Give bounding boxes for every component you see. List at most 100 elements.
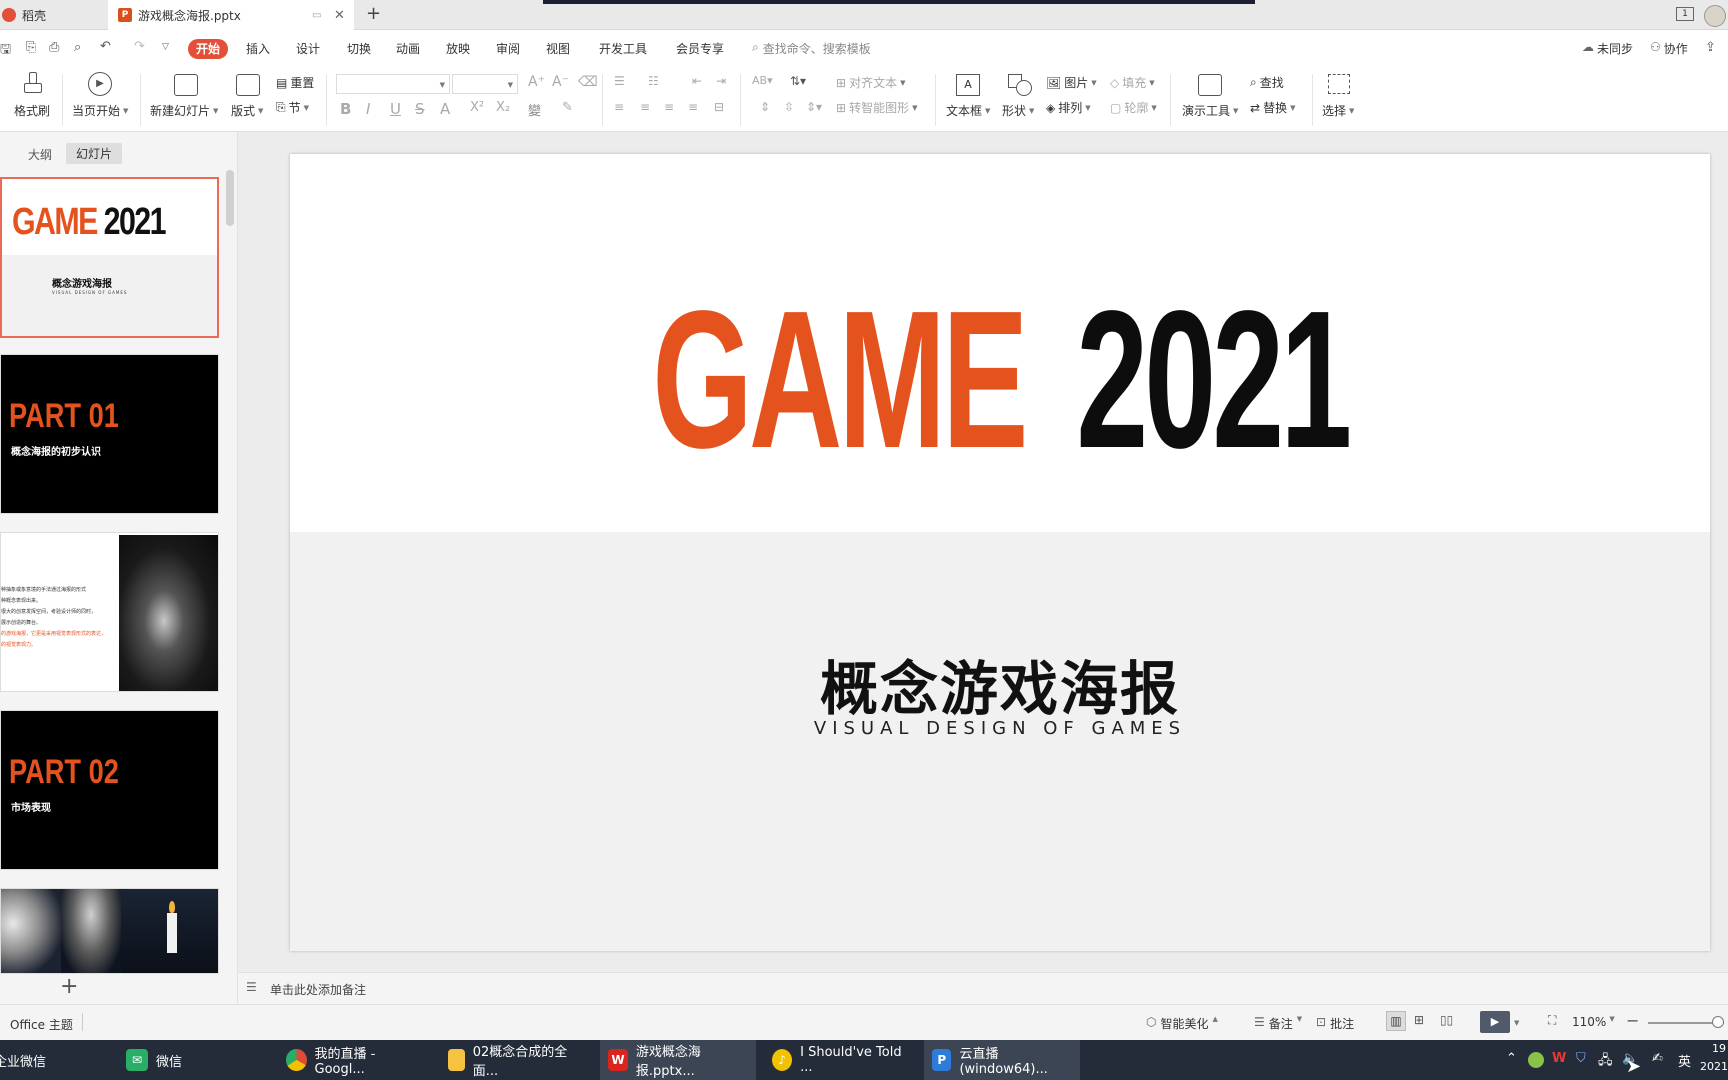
italic-icon[interactable]: I: [366, 100, 370, 118]
slide-subtitle-en[interactable]: VISUAL DESIGN OF GAMES: [290, 718, 1710, 739]
spacing-menu-icon[interactable]: ⇕▾: [806, 100, 822, 114]
eraser-icon[interactable]: ⌫: [578, 74, 598, 90]
shield-icon[interactable]: ⛉: [1576, 1051, 1586, 1066]
add-slide-button[interactable]: +: [60, 974, 78, 999]
scrollbar[interactable]: [226, 170, 234, 226]
align-text-button[interactable]: ⊞ 对齐文本 ▼: [836, 74, 905, 91]
section-button[interactable]: ⎘ 节 ▼: [276, 99, 309, 116]
preview-icon[interactable]: ⌕: [74, 40, 81, 55]
line-spacing-icon[interactable]: ⇕: [760, 100, 770, 114]
replace-button[interactable]: ⇄ 替换 ▼: [1250, 99, 1295, 116]
tab-outline[interactable]: 大纲: [28, 146, 52, 163]
slide-thumbnail-3[interactable]: 种抽象或象意境的手法通过海报的形式 种概念表现出来。 很大的创意发挥空间，考验设…: [0, 532, 219, 692]
clock-time[interactable]: 19: [1712, 1042, 1726, 1055]
shrink-font-icon[interactable]: A⁻: [552, 74, 569, 90]
sorter-view-icon[interactable]: ⊞: [1414, 1013, 1424, 1027]
new-slide-button[interactable]: 新建幻灯片 ▼: [150, 102, 218, 119]
justify-icon[interactable]: ≡: [688, 100, 698, 114]
menu-design[interactable]: 设计: [296, 40, 320, 57]
undo-icon[interactable]: ↶: [100, 39, 111, 54]
text-direction-icon[interactable]: AB▾: [752, 74, 773, 87]
menu-review[interactable]: 审阅: [496, 40, 520, 57]
strike-icon[interactable]: S: [415, 100, 425, 118]
more-icon[interactable]: ▽: [162, 42, 169, 52]
redo-icon[interactable]: ↷: [134, 39, 145, 54]
reset-button[interactable]: ▤ 重置: [276, 74, 314, 91]
layout-button[interactable]: 版式 ▼: [231, 102, 263, 119]
zoom-slider-thumb[interactable]: [1712, 1016, 1724, 1028]
font-size-select[interactable]: ▼: [452, 74, 518, 94]
network-icon[interactable]: 🖧: [1598, 1051, 1613, 1073]
menu-developer[interactable]: 开发工具: [599, 40, 647, 57]
menu-animation[interactable]: 动画: [396, 40, 420, 57]
slide-thumbnail-4[interactable]: PART 02 市场表现: [0, 710, 219, 870]
arrange-button[interactable]: ◈ 排列 ▼: [1046, 99, 1091, 116]
tray-app-icon[interactable]: [1528, 1052, 1544, 1068]
save-icon[interactable]: 🖫: [0, 40, 11, 62]
tab-slides[interactable]: 幻灯片: [66, 143, 123, 164]
command-search[interactable]: ⌕ 查找命令、搜索模板: [752, 40, 871, 57]
picture-button[interactable]: 🖼 图片 ▼: [1046, 74, 1097, 91]
menu-member[interactable]: 会员专享: [676, 40, 724, 57]
menu-slideshow[interactable]: 放映: [446, 40, 470, 57]
clock-date[interactable]: 2021: [1700, 1060, 1728, 1073]
slide-subtitle[interactable]: 概念游戏海报: [290, 642, 1710, 726]
tab-document[interactable]: P 游戏概念海报.pptx ▭ ✕: [108, 0, 354, 30]
play-from-current-button[interactable]: 当页开始 ▼: [72, 102, 128, 119]
bullets-icon[interactable]: ☰: [614, 74, 625, 88]
increase-indent-icon[interactable]: ⇥: [716, 74, 726, 88]
notes-bar[interactable]: ☰ 单击此处添加备注: [238, 972, 1728, 1004]
comments-button[interactable]: ⊡ 批注: [1316, 1015, 1354, 1032]
taskbar-wechat[interactable]: ✉ 微信: [118, 1040, 270, 1080]
zoom-select[interactable]: 110% ▼: [1572, 1015, 1615, 1029]
font-color-icon[interactable]: A: [440, 100, 450, 118]
pin-icon[interactable]: ▭: [312, 10, 321, 21]
sort-icon[interactable]: ⇅▾: [790, 74, 806, 88]
collab-button[interactable]: ⚇ 协作: [1650, 40, 1688, 57]
close-tab-icon[interactable]: ✕: [334, 8, 345, 23]
menu-insert[interactable]: 插入: [246, 40, 270, 57]
slide-thumbnail-5[interactable]: [0, 888, 219, 974]
notes-toggle[interactable]: ☰ 备注 ▼: [1254, 1015, 1302, 1032]
bold-icon[interactable]: B: [340, 100, 351, 118]
print-icon[interactable]: ⎙: [49, 40, 59, 55]
play-menu-icon[interactable]: ▼: [1514, 1019, 1519, 1027]
select-button[interactable]: 选择 ▼: [1322, 102, 1354, 119]
smartart-button[interactable]: ⊞ 转智能图形 ▼: [836, 99, 917, 116]
presenter-tools-button[interactable]: 演示工具 ▼: [1182, 102, 1238, 119]
align-left-icon[interactable]: ≡: [614, 100, 624, 114]
highlight-icon[interactable]: ✎: [562, 100, 573, 115]
shape-button[interactable]: 形状 ▼: [1002, 102, 1034, 119]
window-count[interactable]: 1: [1676, 7, 1694, 21]
subscript-icon[interactable]: X₂: [496, 100, 510, 115]
slide-thumbnail-2[interactable]: PART 01 概念海报的初步认识: [0, 354, 219, 514]
share-icon[interactable]: ⇪: [1705, 40, 1716, 55]
taskbar-wecom[interactable]: 企业微信: [0, 1040, 112, 1080]
fill-button[interactable]: ◇ 填充 ▼: [1110, 74, 1155, 91]
distribute-icon[interactable]: ⊟: [714, 100, 724, 114]
chevron-up-icon[interactable]: ⌃: [1506, 1051, 1517, 1066]
tab-daoke[interactable]: 稻壳: [0, 0, 106, 30]
avatar[interactable]: [1704, 5, 1726, 27]
find-button[interactable]: ⌕ 查找: [1250, 74, 1284, 91]
taskbar-wps[interactable]: W 游戏概念海报.pptx...: [600, 1040, 756, 1080]
zoom-out-icon[interactable]: −: [1626, 1011, 1639, 1030]
reading-view-icon[interactable]: ▯▯: [1440, 1013, 1453, 1027]
taskbar-music[interactable]: ♪ I Should've Told ...: [764, 1040, 916, 1080]
phonetic-icon[interactable]: 變: [528, 100, 541, 119]
align-right-icon[interactable]: ≡: [664, 100, 674, 114]
grow-font-icon[interactable]: A⁺: [528, 74, 545, 90]
menu-start[interactable]: 开始: [188, 39, 229, 59]
font-name-select[interactable]: ▼: [336, 74, 450, 94]
taskbar-chrome[interactable]: 我的直播 - Googl...: [278, 1040, 430, 1080]
ime-indicator[interactable]: 英: [1678, 1051, 1691, 1070]
normal-view-icon[interactable]: ▥: [1386, 1011, 1406, 1031]
menu-view[interactable]: 视图: [546, 40, 570, 57]
taskbar-live[interactable]: P 云直播(window64)...: [924, 1040, 1080, 1080]
sync-status[interactable]: ☁ 未同步: [1582, 40, 1633, 57]
slide-title[interactable]: GAME 2021: [290, 280, 1710, 480]
export-pdf-icon[interactable]: ⎘: [26, 40, 36, 55]
wps-tray-icon[interactable]: W: [1552, 1051, 1566, 1066]
decrease-indent-icon[interactable]: ⇤: [692, 74, 702, 88]
textbox-button[interactable]: 文本框 ▼: [946, 102, 990, 119]
